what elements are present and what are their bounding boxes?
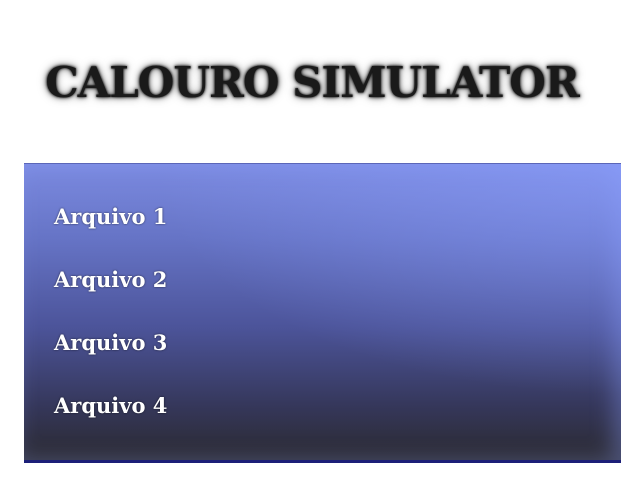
save-slot-menu: Arquivo 1 Arquivo 2 Arquivo 3 Arquivo 4 (24, 163, 621, 463)
save-slot-3[interactable]: Arquivo 3 (54, 330, 167, 355)
save-slot-1[interactable]: Arquivo 1 (54, 204, 167, 229)
save-slot-4[interactable]: Arquivo 4 (54, 393, 167, 418)
save-slot-2[interactable]: Arquivo 2 (54, 267, 167, 292)
game-screen: CALOURO SIMULATOR Arquivo 1 Arquivo 2 Ar… (0, 0, 640, 480)
game-title: CALOURO SIMULATOR (45, 58, 580, 107)
